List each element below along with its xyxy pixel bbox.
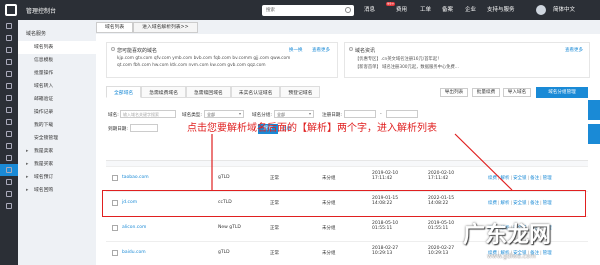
watermark-text: 广东龙网 xyxy=(463,223,552,248)
arrow-line-right xyxy=(454,133,513,191)
watermark-url: www.gdlwa.com xyxy=(487,253,536,260)
feedback-button[interactable] xyxy=(588,100,600,120)
consult-button[interactable] xyxy=(588,124,600,144)
